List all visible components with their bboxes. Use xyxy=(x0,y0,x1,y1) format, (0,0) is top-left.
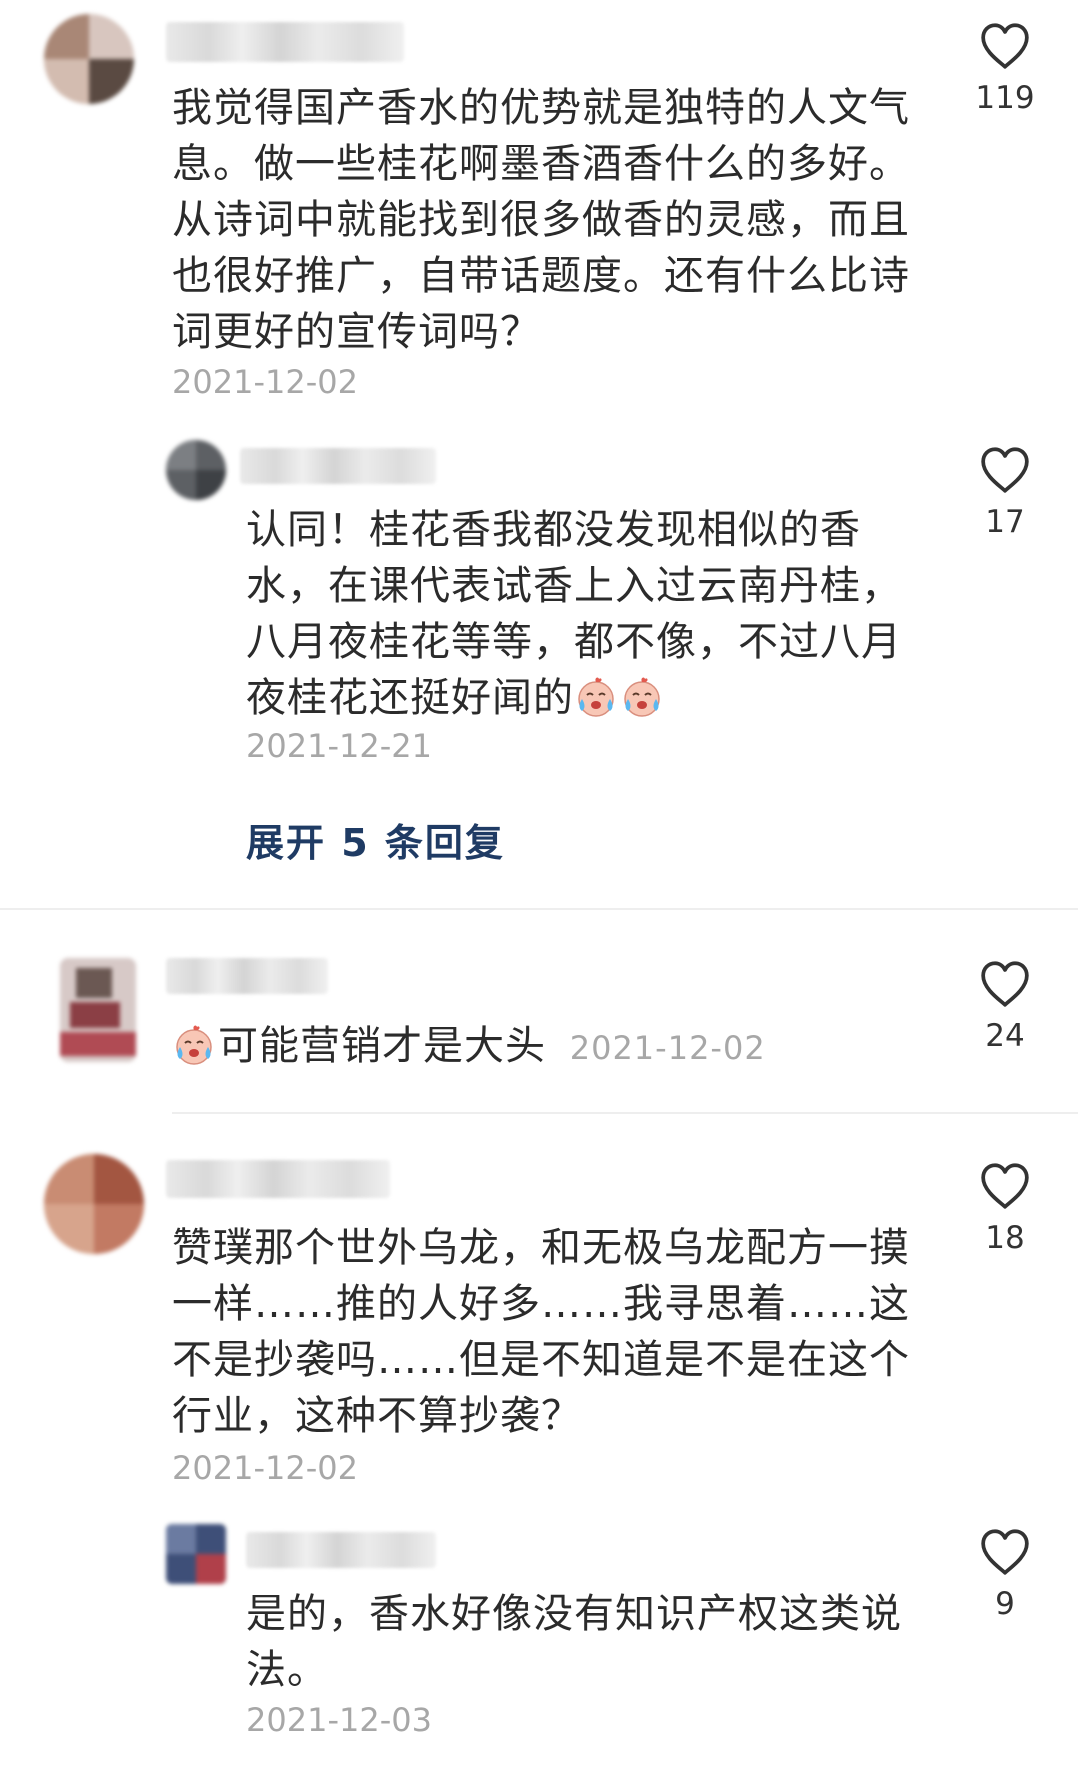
avatar[interactable] xyxy=(166,440,226,500)
comment-date: 2021-12-02 xyxy=(172,1449,358,1487)
comment-text: 可能营销才是大头 2021-12-02 xyxy=(172,1018,952,1074)
avatar-pixel xyxy=(166,440,196,470)
avatar-pixel xyxy=(94,1154,144,1204)
avatar-pixel xyxy=(196,470,226,500)
crying-emoji xyxy=(172,1023,216,1067)
avatar-pixel xyxy=(89,14,134,59)
like-count: 17 xyxy=(985,504,1025,540)
heart-outline-icon xyxy=(979,960,1031,1008)
reply-date: 2021-12-21 xyxy=(246,727,432,765)
heart-outline-icon xyxy=(979,1528,1031,1576)
heart-outline-icon xyxy=(979,446,1031,494)
like-count: 18 xyxy=(985,1220,1025,1256)
avatar-pixel xyxy=(60,1032,136,1056)
like-count: 119 xyxy=(975,80,1035,116)
like-button[interactable]: 17 xyxy=(965,446,1045,542)
reply-text: 认同！桂花香我都没发现相似的香水，在课代表试香上入过云南丹桂，八月夜桂花等等，都… xyxy=(246,502,926,726)
crying-emoji xyxy=(620,675,664,719)
avatar-pixel xyxy=(89,59,134,104)
heart-outline-icon xyxy=(979,1162,1031,1210)
crying-emoji xyxy=(574,675,618,719)
comment-text: 我觉得国产香水的优势就是独特的人文气息。做一些桂花啊墨香酒香什么的多好。从诗词中… xyxy=(172,85,910,355)
like-count: 9 xyxy=(995,1586,1015,1622)
comment-date: 2021-12-02 xyxy=(172,363,358,401)
heart-outline-icon xyxy=(979,22,1031,70)
avatar-pixel xyxy=(44,1154,94,1204)
like-button[interactable]: 24 xyxy=(965,960,1045,1056)
username[interactable] xyxy=(166,958,328,994)
reply-text: 是的，香水好像没有知识产权这类说法。 xyxy=(246,1591,902,1693)
comment-item: 可能营销才是大头 2021-12-02 24 xyxy=(0,910,1078,1110)
expand-replies-button[interactable]: 展开 5 条回复 xyxy=(246,812,505,867)
avatar-pixel xyxy=(44,1204,94,1254)
username[interactable] xyxy=(246,1532,436,1568)
avatar-pixel xyxy=(44,59,89,104)
avatar[interactable] xyxy=(44,1154,144,1254)
avatar-pixel xyxy=(70,1002,120,1028)
comment-text: 赞璞那个世外乌龙，和无极乌龙配方一摸一样……推的人好多……我寻思着……这不是抄袭… xyxy=(172,1225,910,1439)
username[interactable] xyxy=(166,22,404,62)
like-count: 24 xyxy=(985,1018,1025,1054)
comment-item: 我觉得国产香水的优势就是独特的人文气息。做一些桂花啊墨香酒香什么的多好。从诗词中… xyxy=(0,0,1078,900)
avatar-pixel xyxy=(76,968,112,998)
avatar[interactable] xyxy=(166,1524,226,1584)
avatar-pixel xyxy=(94,1204,144,1254)
like-button[interactable]: 9 xyxy=(965,1528,1045,1624)
avatar-pixel xyxy=(44,14,89,59)
like-button[interactable]: 119 xyxy=(965,22,1045,118)
reply-date: 2021-12-03 xyxy=(246,1701,432,1739)
username[interactable] xyxy=(240,448,436,484)
like-button[interactable]: 18 xyxy=(965,1162,1045,1258)
avatar-pixel xyxy=(166,1524,196,1554)
avatar[interactable] xyxy=(44,14,134,104)
avatar-pixel xyxy=(196,1554,226,1584)
comment-item: 赞璞那个世外乌龙，和无极乌龙配方一摸一样……推的人好多……我寻思着……这不是抄袭… xyxy=(0,1114,1078,1781)
comment-text-content: 可能营销才是大头 xyxy=(218,1023,546,1069)
avatar[interactable] xyxy=(60,958,136,1062)
username[interactable] xyxy=(166,1160,390,1198)
comment-date: 2021-12-02 xyxy=(569,1029,766,1067)
